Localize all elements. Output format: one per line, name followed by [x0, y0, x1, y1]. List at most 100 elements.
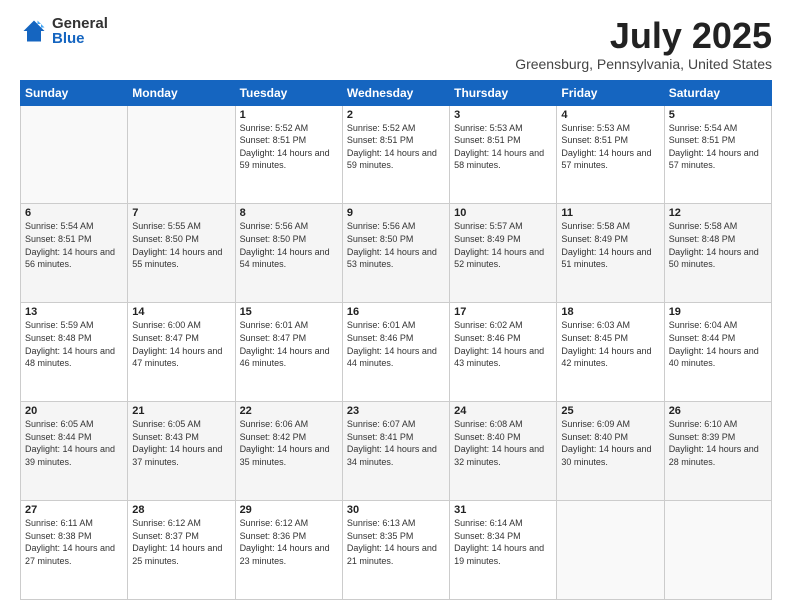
- day-cell: 3Sunrise: 5:53 AM Sunset: 8:51 PM Daylig…: [450, 105, 557, 204]
- day-number: 7: [132, 207, 230, 219]
- day-info: Sunrise: 6:12 AM Sunset: 8:37 PM Dayligh…: [132, 517, 230, 567]
- day-cell: [557, 501, 664, 600]
- day-number: 20: [25, 405, 123, 417]
- day-cell: 1Sunrise: 5:52 AM Sunset: 8:51 PM Daylig…: [235, 105, 342, 204]
- header: General Blue July 2025 Greensburg, Penns…: [20, 16, 772, 72]
- page: General Blue July 2025 Greensburg, Penns…: [0, 0, 792, 612]
- day-cell: [21, 105, 128, 204]
- calendar-table: Sunday Monday Tuesday Wednesday Thursday…: [20, 80, 772, 600]
- day-info: Sunrise: 5:59 AM Sunset: 8:48 PM Dayligh…: [25, 319, 123, 369]
- day-cell: 2Sunrise: 5:52 AM Sunset: 8:51 PM Daylig…: [342, 105, 449, 204]
- day-info: Sunrise: 6:13 AM Sunset: 8:35 PM Dayligh…: [347, 517, 445, 567]
- day-cell: 8Sunrise: 5:56 AM Sunset: 8:50 PM Daylig…: [235, 204, 342, 303]
- day-cell: 31Sunrise: 6:14 AM Sunset: 8:34 PM Dayli…: [450, 501, 557, 600]
- day-info: Sunrise: 6:11 AM Sunset: 8:38 PM Dayligh…: [25, 517, 123, 567]
- day-cell: 22Sunrise: 6:06 AM Sunset: 8:42 PM Dayli…: [235, 402, 342, 501]
- day-number: 6: [25, 207, 123, 219]
- day-cell: [128, 105, 235, 204]
- logo-text: General Blue: [52, 16, 108, 46]
- day-number: 8: [240, 207, 338, 219]
- col-friday: Friday: [557, 80, 664, 105]
- day-cell: 18Sunrise: 6:03 AM Sunset: 8:45 PM Dayli…: [557, 303, 664, 402]
- day-cell: [664, 501, 771, 600]
- day-number: 23: [347, 405, 445, 417]
- day-number: 2: [347, 109, 445, 121]
- day-cell: 21Sunrise: 6:05 AM Sunset: 8:43 PM Dayli…: [128, 402, 235, 501]
- day-number: 13: [25, 306, 123, 318]
- day-number: 9: [347, 207, 445, 219]
- day-number: 19: [669, 306, 767, 318]
- day-info: Sunrise: 5:56 AM Sunset: 8:50 PM Dayligh…: [347, 220, 445, 270]
- day-info: Sunrise: 6:06 AM Sunset: 8:42 PM Dayligh…: [240, 418, 338, 468]
- day-number: 27: [25, 504, 123, 516]
- day-info: Sunrise: 6:05 AM Sunset: 8:43 PM Dayligh…: [132, 418, 230, 468]
- day-cell: 4Sunrise: 5:53 AM Sunset: 8:51 PM Daylig…: [557, 105, 664, 204]
- day-cell: 15Sunrise: 6:01 AM Sunset: 8:47 PM Dayli…: [235, 303, 342, 402]
- day-number: 28: [132, 504, 230, 516]
- col-wednesday: Wednesday: [342, 80, 449, 105]
- logo-icon: [20, 17, 48, 45]
- col-tuesday: Tuesday: [235, 80, 342, 105]
- day-cell: 23Sunrise: 6:07 AM Sunset: 8:41 PM Dayli…: [342, 402, 449, 501]
- day-info: Sunrise: 6:03 AM Sunset: 8:45 PM Dayligh…: [561, 319, 659, 369]
- day-cell: 14Sunrise: 6:00 AM Sunset: 8:47 PM Dayli…: [128, 303, 235, 402]
- day-info: Sunrise: 5:54 AM Sunset: 8:51 PM Dayligh…: [669, 122, 767, 172]
- day-cell: 28Sunrise: 6:12 AM Sunset: 8:37 PM Dayli…: [128, 501, 235, 600]
- day-info: Sunrise: 6:05 AM Sunset: 8:44 PM Dayligh…: [25, 418, 123, 468]
- week-row-4: 20Sunrise: 6:05 AM Sunset: 8:44 PM Dayli…: [21, 402, 772, 501]
- day-number: 4: [561, 109, 659, 121]
- logo: General Blue: [20, 16, 108, 46]
- logo-general: General: [52, 16, 108, 31]
- day-number: 24: [454, 405, 552, 417]
- day-info: Sunrise: 5:53 AM Sunset: 8:51 PM Dayligh…: [454, 122, 552, 172]
- day-number: 30: [347, 504, 445, 516]
- week-row-3: 13Sunrise: 5:59 AM Sunset: 8:48 PM Dayli…: [21, 303, 772, 402]
- day-number: 5: [669, 109, 767, 121]
- col-saturday: Saturday: [664, 80, 771, 105]
- day-number: 18: [561, 306, 659, 318]
- day-cell: 19Sunrise: 6:04 AM Sunset: 8:44 PM Dayli…: [664, 303, 771, 402]
- col-sunday: Sunday: [21, 80, 128, 105]
- day-info: Sunrise: 5:52 AM Sunset: 8:51 PM Dayligh…: [240, 122, 338, 172]
- day-number: 29: [240, 504, 338, 516]
- col-thursday: Thursday: [450, 80, 557, 105]
- day-number: 10: [454, 207, 552, 219]
- day-cell: 20Sunrise: 6:05 AM Sunset: 8:44 PM Dayli…: [21, 402, 128, 501]
- day-cell: 29Sunrise: 6:12 AM Sunset: 8:36 PM Dayli…: [235, 501, 342, 600]
- day-cell: 13Sunrise: 5:59 AM Sunset: 8:48 PM Dayli…: [21, 303, 128, 402]
- week-row-1: 1Sunrise: 5:52 AM Sunset: 8:51 PM Daylig…: [21, 105, 772, 204]
- logo-blue: Blue: [52, 31, 108, 46]
- location: Greensburg, Pennsylvania, United States: [515, 56, 772, 72]
- day-cell: 5Sunrise: 5:54 AM Sunset: 8:51 PM Daylig…: [664, 105, 771, 204]
- day-info: Sunrise: 6:14 AM Sunset: 8:34 PM Dayligh…: [454, 517, 552, 567]
- day-number: 12: [669, 207, 767, 219]
- day-info: Sunrise: 5:54 AM Sunset: 8:51 PM Dayligh…: [25, 220, 123, 270]
- day-info: Sunrise: 6:00 AM Sunset: 8:47 PM Dayligh…: [132, 319, 230, 369]
- day-cell: 24Sunrise: 6:08 AM Sunset: 8:40 PM Dayli…: [450, 402, 557, 501]
- day-info: Sunrise: 5:56 AM Sunset: 8:50 PM Dayligh…: [240, 220, 338, 270]
- day-info: Sunrise: 5:57 AM Sunset: 8:49 PM Dayligh…: [454, 220, 552, 270]
- day-number: 21: [132, 405, 230, 417]
- week-row-5: 27Sunrise: 6:11 AM Sunset: 8:38 PM Dayli…: [21, 501, 772, 600]
- day-info: Sunrise: 5:52 AM Sunset: 8:51 PM Dayligh…: [347, 122, 445, 172]
- day-number: 22: [240, 405, 338, 417]
- week-row-2: 6Sunrise: 5:54 AM Sunset: 8:51 PM Daylig…: [21, 204, 772, 303]
- day-number: 1: [240, 109, 338, 121]
- day-cell: 10Sunrise: 5:57 AM Sunset: 8:49 PM Dayli…: [450, 204, 557, 303]
- day-info: Sunrise: 5:53 AM Sunset: 8:51 PM Dayligh…: [561, 122, 659, 172]
- day-cell: 25Sunrise: 6:09 AM Sunset: 8:40 PM Dayli…: [557, 402, 664, 501]
- header-row: Sunday Monday Tuesday Wednesday Thursday…: [21, 80, 772, 105]
- day-info: Sunrise: 6:08 AM Sunset: 8:40 PM Dayligh…: [454, 418, 552, 468]
- day-cell: 27Sunrise: 6:11 AM Sunset: 8:38 PM Dayli…: [21, 501, 128, 600]
- day-info: Sunrise: 6:12 AM Sunset: 8:36 PM Dayligh…: [240, 517, 338, 567]
- day-cell: 6Sunrise: 5:54 AM Sunset: 8:51 PM Daylig…: [21, 204, 128, 303]
- day-cell: 26Sunrise: 6:10 AM Sunset: 8:39 PM Dayli…: [664, 402, 771, 501]
- day-number: 15: [240, 306, 338, 318]
- month-title: July 2025: [515, 16, 772, 56]
- day-info: Sunrise: 6:02 AM Sunset: 8:46 PM Dayligh…: [454, 319, 552, 369]
- day-cell: 11Sunrise: 5:58 AM Sunset: 8:49 PM Dayli…: [557, 204, 664, 303]
- title-block: July 2025 Greensburg, Pennsylvania, Unit…: [515, 16, 772, 72]
- day-number: 26: [669, 405, 767, 417]
- day-cell: 9Sunrise: 5:56 AM Sunset: 8:50 PM Daylig…: [342, 204, 449, 303]
- day-cell: 30Sunrise: 6:13 AM Sunset: 8:35 PM Dayli…: [342, 501, 449, 600]
